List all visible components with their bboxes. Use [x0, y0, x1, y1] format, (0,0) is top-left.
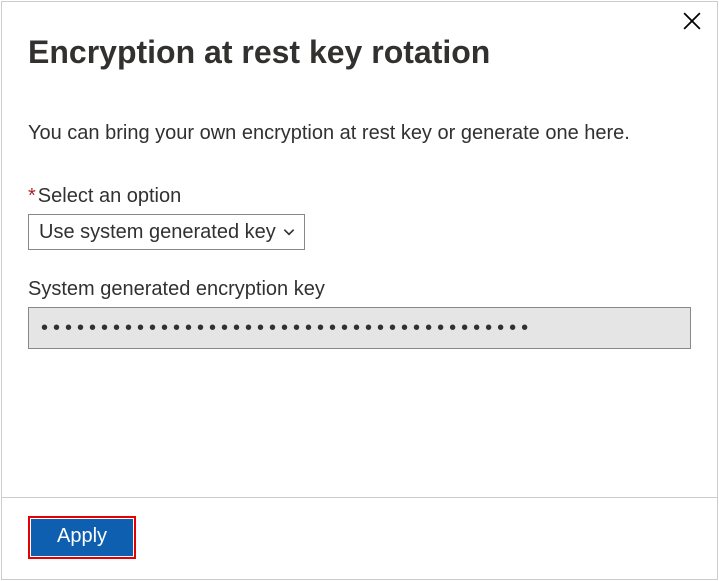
key-label: System generated encryption key — [28, 278, 691, 301]
page-title: Encryption at rest key rotation — [28, 34, 691, 71]
content-area: Encryption at rest key rotation You can … — [2, 2, 717, 497]
required-indicator: * — [28, 185, 36, 207]
chevron-down-icon — [282, 225, 296, 239]
apply-highlight: Apply — [28, 516, 136, 559]
option-label: *Select an option — [28, 185, 691, 208]
apply-button[interactable]: Apply — [31, 519, 133, 556]
option-select[interactable]: Use system generated key — [28, 214, 305, 250]
dialog-panel: Encryption at rest key rotation You can … — [1, 1, 718, 580]
description-text: You can bring your own encryption at res… — [28, 119, 691, 147]
key-field-group: System generated encryption key ••••••••… — [28, 278, 691, 349]
x-glyph — [683, 12, 701, 30]
key-display: ••••••••••••••••••••••••••••••••••••••••… — [28, 307, 691, 349]
option-label-text: Select an option — [38, 185, 181, 207]
footer: Apply — [2, 497, 717, 579]
close-icon[interactable] — [681, 10, 703, 32]
option-field-group: *Select an option Use system generated k… — [28, 185, 691, 250]
option-selected-text: Use system generated key — [39, 221, 276, 244]
